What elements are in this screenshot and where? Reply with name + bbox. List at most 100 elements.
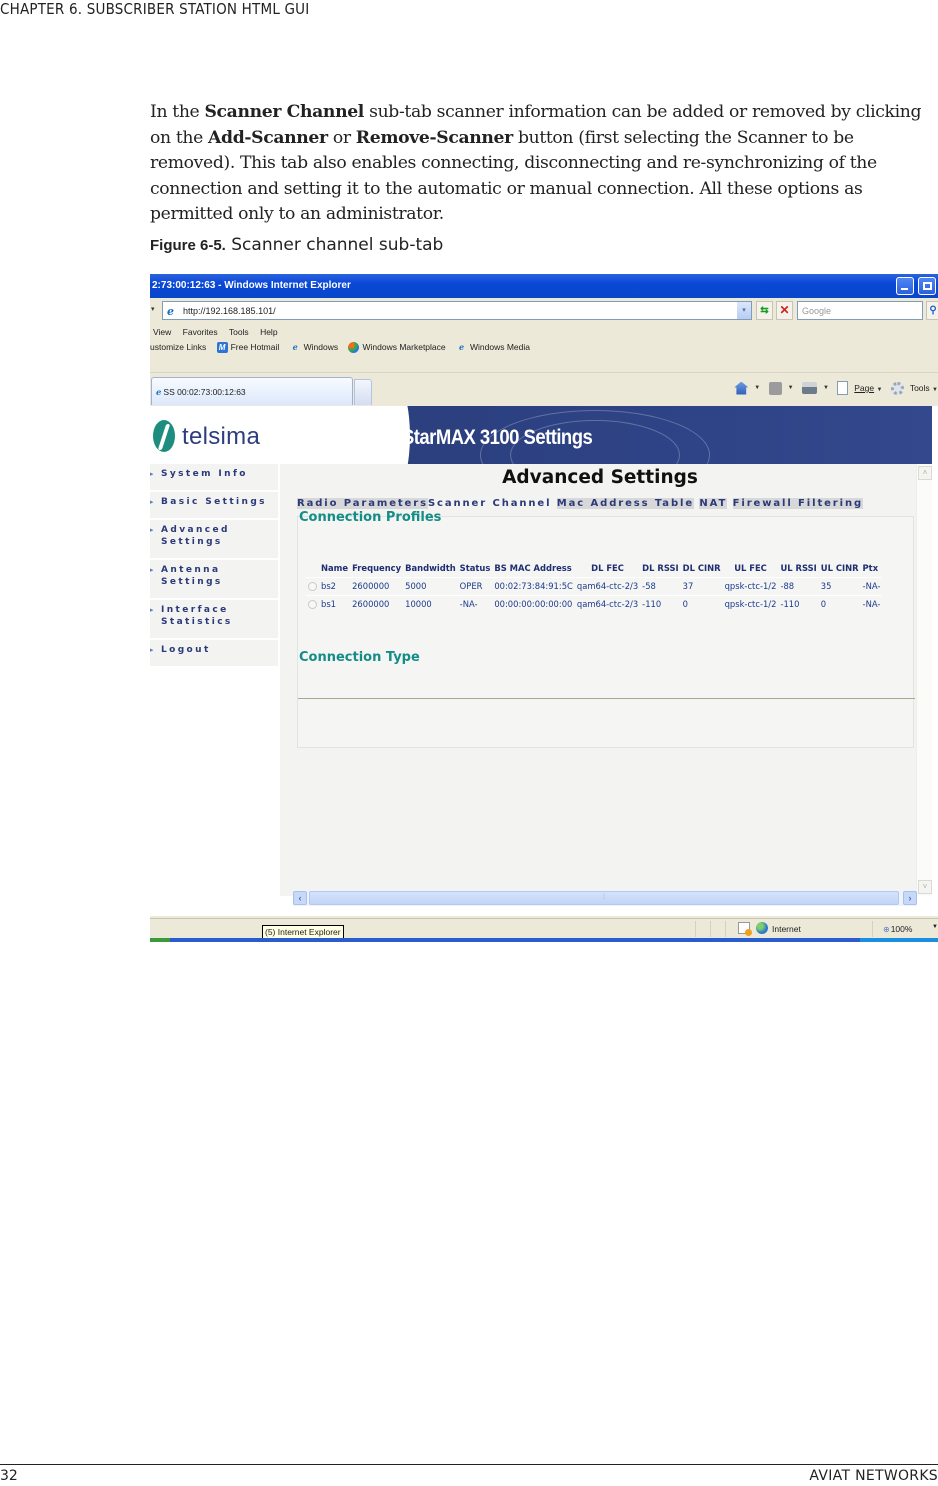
tab-radio-parameters[interactable]: Radio Parameters	[297, 498, 428, 509]
column-header: Status	[459, 563, 491, 573]
zoom-level-button[interactable]: ⊕100%	[883, 924, 912, 934]
link-free-hotmail[interactable]: M Free Hotmail	[216, 342, 279, 354]
zoom-icon: ⊕	[883, 925, 890, 934]
select-column-header	[306, 560, 319, 578]
bullet-icon: ▸	[150, 526, 154, 534]
table-cell: qpsk-ctc-1/2	[722, 577, 779, 596]
table-cell: -NA-	[860, 577, 883, 596]
tab-nat[interactable]: NAT	[699, 498, 728, 509]
sidebar-item-advanced-settings[interactable]: ▸ Advanced Settings	[150, 520, 278, 560]
windows-logo-icon	[348, 342, 360, 354]
link-windows-media[interactable]: e Windows Media	[456, 342, 530, 353]
table-cell: 2600000	[350, 595, 404, 613]
status-divider	[710, 921, 711, 937]
table-cell: bs2	[319, 577, 351, 596]
table-cell: bs1	[319, 595, 351, 613]
select-cell	[306, 595, 319, 613]
rss-feed-icon[interactable]	[768, 381, 782, 395]
table-cell: -58	[640, 577, 681, 596]
connection-profiles-table: Name Frequency Bandwidth Status BS MAC Addre…	[306, 560, 883, 613]
bullet-icon: ▸	[150, 566, 154, 574]
scrollbar-thumb[interactable]: ⁞	[309, 891, 899, 905]
link-customize[interactable]: ustomize Links	[150, 342, 206, 352]
scroll-left-icon[interactable]: ‹	[293, 891, 307, 905]
column-header: UL FEC	[734, 563, 767, 573]
scroll-up-icon[interactable]: ˄	[918, 466, 932, 480]
horizontal-scrollbar[interactable]: ‹ ⁞ ›	[293, 890, 917, 906]
chevron-down-icon[interactable]: ▼	[932, 924, 938, 930]
menu-favorites[interactable]: Favorites	[183, 327, 218, 337]
tools-menu-button[interactable]: Tools ▼	[910, 383, 938, 393]
home-icon[interactable]	[734, 381, 749, 395]
menu-bar: View Favorites Tools Help	[150, 324, 938, 340]
table-cell: 00:00:00:00:00:00	[492, 595, 575, 613]
protected-mode-icon[interactable]	[738, 922, 752, 936]
bullet-icon: ▸	[150, 470, 154, 478]
figure-title: Scanner channel sub-tab	[225, 235, 444, 255]
footer-rule	[0, 1464, 938, 1465]
table-cell: -NA-	[860, 595, 883, 613]
menu-view[interactable]: View	[153, 327, 171, 337]
link-label: Windows Marketplace	[362, 342, 446, 352]
column-header: BS MAC Address	[494, 563, 572, 573]
chevron-down-icon[interactable]: ▾	[151, 305, 155, 313]
table-row: bs1 2600000 10000 -NA- 00:00:00:00:00:00 qam6…	[306, 595, 883, 613]
address-input[interactable]: e http://192.168.185.101/ ▾	[162, 301, 752, 320]
ie-page-icon: e	[167, 305, 174, 318]
column-header: DL RSSI	[642, 563, 679, 573]
window-title: 2:73:00:12:63 - Windows Internet Explore…	[152, 280, 351, 291]
link-windows-marketplace[interactable]: Windows Marketplace	[348, 342, 446, 354]
sidebar-item-basic-settings[interactable]: ▸ Basic Settings	[150, 492, 278, 520]
address-dropdown-icon[interactable]: ▾	[737, 302, 751, 319]
chevron-down-icon[interactable]: ▼	[823, 385, 829, 391]
hotmail-icon: M	[216, 342, 228, 354]
ie-icon: e	[292, 342, 298, 353]
search-button[interactable]: ⚲	[926, 301, 938, 320]
search-input[interactable]: Google	[797, 301, 923, 320]
status-bar: (5) Internet Explorer Internet ⊕100% ▼	[150, 918, 938, 939]
row-select-radio[interactable]	[308, 582, 317, 591]
scroll-down-icon[interactable]: ˅	[918, 880, 932, 894]
minimize-button[interactable]	[896, 277, 914, 295]
chevron-down-icon[interactable]: ▼	[754, 385, 760, 391]
print-icon[interactable]	[801, 382, 817, 394]
bold-term: Add-Scanner	[208, 127, 328, 148]
stop-button[interactable]: ✕	[776, 301, 793, 320]
restore-button[interactable]	[918, 277, 936, 295]
sidebar-item-logout[interactable]: ▸ Logout	[150, 640, 278, 668]
sidebar-item-label: Antenna	[161, 565, 221, 575]
tab-firewall-filtering[interactable]: Firewall Filtering	[732, 498, 864, 509]
taskbar	[150, 938, 938, 942]
scroll-right-icon[interactable]: ›	[903, 891, 917, 905]
tab-title: SS 00:02:73:00:12:63	[163, 387, 246, 397]
table-cell: 0	[680, 595, 723, 613]
column-header: DL FEC	[591, 563, 624, 573]
row-select-radio[interactable]	[308, 600, 317, 609]
page-menu-button[interactable]: Page ▼	[854, 383, 882, 393]
sidebar-item-label: Settings	[161, 537, 223, 547]
address-bar: ▾ e http://192.168.185.101/ ▾ ⇆ ✕ Google…	[150, 298, 938, 324]
text-run: In the	[150, 102, 205, 122]
sidebar-item-antenna-settings[interactable]: ▸ Antenna Settings	[150, 560, 278, 600]
table-cell: 2600000	[350, 577, 404, 596]
tab-mac-address-table[interactable]: Mac Address Table	[556, 498, 695, 509]
table-cell: 10000	[403, 595, 458, 613]
banner-title: StarMAX 3100 Settings	[402, 426, 593, 449]
tab-scanner-channel[interactable]: Scanner Channel	[428, 498, 551, 509]
refresh-button[interactable]: ⇆	[756, 301, 773, 320]
sidebar: ▸ System Info ▸ Basic Settings ▸ Advanced Sett…	[150, 464, 280, 916]
close-icon: ✕	[779, 303, 790, 317]
sidebar-item-label: Statistics	[161, 617, 233, 627]
menu-tools[interactable]: Tools	[229, 327, 249, 337]
sidebar-item-interface-statistics[interactable]: ▸ Interface Statistics	[150, 600, 278, 640]
menu-help[interactable]: Help	[260, 327, 277, 337]
new-tab-button[interactable]	[354, 379, 372, 405]
vertical-scrollbar[interactable]: ˄ ˅	[916, 464, 932, 896]
link-windows[interactable]: e Windows	[290, 342, 339, 353]
table-header-row: Name Frequency Bandwidth Status BS MAC Addre…	[306, 560, 882, 578]
sidebar-item-label: Interface	[161, 605, 229, 615]
app-banner: telsima StarMAX 3100 Settings	[150, 406, 932, 464]
chevron-down-icon[interactable]: ▼	[788, 385, 794, 391]
sidebar-item-system-info[interactable]: ▸ System Info	[150, 464, 278, 492]
browser-tab-active[interactable]: e SS 00:02:73:00:12:63	[151, 377, 353, 405]
